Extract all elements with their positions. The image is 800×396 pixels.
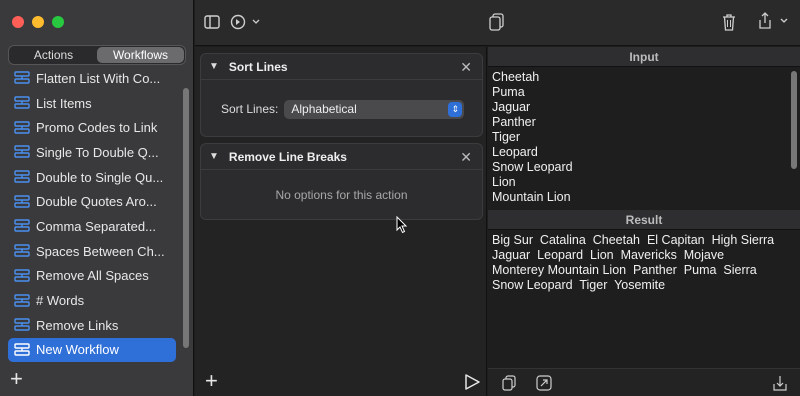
workflow-item[interactable]: New Workflow xyxy=(8,337,176,363)
workflow-icon xyxy=(14,96,30,109)
input-text-area[interactable]: Cheetah Puma Jaguar Panther Tiger Leopard Snow… xyxy=(488,67,800,210)
input-line: Panther xyxy=(492,115,536,129)
input-line: Cheetah xyxy=(492,70,540,84)
zoom-window-button[interactable] xyxy=(52,16,64,28)
toolbar xyxy=(195,0,800,46)
chevron-updown-icon: ⇕ xyxy=(448,101,463,117)
workflow-item-label: Double Quotes Aro... xyxy=(36,194,157,210)
no-options-text: No options for this action xyxy=(275,188,408,202)
sort-order-select[interactable]: Alphabetical ⇕ xyxy=(284,99,465,119)
sidebar-segmented-control: Actions Workflows xyxy=(8,45,186,65)
workflow-item[interactable]: Remove All Spaces xyxy=(8,264,176,289)
collapse-triangle-icon[interactable]: ▼ xyxy=(209,61,219,72)
result-footer xyxy=(488,368,800,396)
workflow-item-label: # Words xyxy=(36,293,85,309)
input-line: Lion xyxy=(492,175,516,189)
io-pane: Input Cheetah Puma Jaguar Panther Tiger Leopa… xyxy=(488,47,800,396)
workflow-icon xyxy=(14,343,30,356)
workflow-icon xyxy=(14,318,30,331)
result-text: Big Sur Catalina Cheetah El Capitan High… xyxy=(492,233,775,292)
workflow-item[interactable]: Single To Double Q... xyxy=(8,140,176,165)
window-controls xyxy=(12,16,64,28)
workflow-item-label: Comma Separated... xyxy=(36,218,156,234)
workflow-item-label: Single To Double Q... xyxy=(36,144,159,160)
option-label: Sort Lines: xyxy=(221,102,279,116)
workflow-item[interactable]: # Words xyxy=(8,288,176,313)
workflow-icon xyxy=(14,219,30,233)
mouse-cursor xyxy=(396,216,408,234)
workflow-icon xyxy=(14,121,30,134)
workflow-item-label: Double to Single Qu... xyxy=(36,169,164,185)
option-row: Sort Lines: Alphabetical ⇕ xyxy=(201,80,482,138)
action-title: Sort Lines xyxy=(228,59,288,74)
close-window-button[interactable] xyxy=(12,16,24,28)
workflow-icon xyxy=(14,195,30,208)
workflow-item-label: Flatten List With Co... xyxy=(36,70,161,86)
input-header: Input xyxy=(488,47,800,67)
action-card-header[interactable]: ▼ Remove Line Breaks ✕ xyxy=(201,144,482,170)
action-title: Remove Line Breaks xyxy=(228,149,347,164)
sidebar-scrollbar[interactable] xyxy=(183,88,189,348)
close-icon[interactable]: ✕ xyxy=(460,149,472,166)
input-line: Tiger xyxy=(492,130,521,144)
workflow-icon xyxy=(14,244,30,257)
swap-result-to-input-icon[interactable] xyxy=(536,375,552,391)
add-action-button[interactable]: + xyxy=(205,370,218,392)
minimize-window-button[interactable] xyxy=(32,16,44,28)
tab-actions[interactable]: Actions xyxy=(10,47,97,63)
workflow-icon xyxy=(14,269,30,282)
workflow-icon xyxy=(14,71,30,85)
actions-pane: ▼ Sort Lines ✕ Sort Lines: Alphabetical … xyxy=(195,47,487,396)
workflow-item[interactable]: Double Quotes Aro... xyxy=(8,189,176,214)
action-card-remove-line-breaks: ▼ Remove Line Breaks ✕ No options for th… xyxy=(200,143,483,220)
workflow-icon xyxy=(14,170,30,183)
input-line: Leopard xyxy=(492,145,538,159)
add-workflow-button[interactable]: + xyxy=(10,368,23,390)
workflow-item-label: New Workflow xyxy=(36,342,119,358)
input-scrollbar[interactable] xyxy=(791,71,797,169)
workflow-item[interactable]: Double to Single Qu... xyxy=(8,165,176,190)
workflow-item[interactable]: Comma Separated... xyxy=(8,214,176,239)
workflow-item[interactable]: Spaces Between Ch... xyxy=(8,239,176,264)
input-line: Puma xyxy=(492,85,525,99)
result-header: Result xyxy=(488,210,800,230)
workflow-item[interactable]: Flatten List With Co... xyxy=(8,66,176,91)
workflow-item-label: Remove Links xyxy=(36,317,119,333)
action-card-header[interactable]: ▼ Sort Lines ✕ xyxy=(201,54,482,80)
copy-icon[interactable] xyxy=(502,375,516,391)
trash-icon[interactable] xyxy=(721,13,737,31)
action-card-sort-lines: ▼ Sort Lines ✕ Sort Lines: Alphabetical … xyxy=(200,53,483,137)
workflow-icon xyxy=(14,145,30,159)
tab-workflows[interactable]: Workflows xyxy=(97,47,184,63)
workflow-list: Flatten List With Co... List Items Promo C… xyxy=(8,66,176,363)
close-icon[interactable]: ✕ xyxy=(460,59,472,76)
workflow-item-label: List Items xyxy=(36,95,92,111)
workflow-item[interactable]: Remove Links xyxy=(8,313,176,338)
share-icon[interactable] xyxy=(757,12,791,30)
download-icon[interactable] xyxy=(772,375,788,391)
workflow-item-label: Remove All Spaces xyxy=(36,268,149,284)
workflow-icon xyxy=(14,293,30,307)
workflow-item-label: Promo Codes to Link xyxy=(36,120,158,136)
workflow-item-label: Spaces Between Ch... xyxy=(36,243,165,259)
run-play-icon[interactable] xyxy=(464,374,480,390)
input-line: Snow Leopard xyxy=(492,160,573,174)
sidebar: Actions Workflows Flatten List With Co..… xyxy=(0,0,194,396)
workflow-item[interactable]: List Items xyxy=(8,91,176,116)
workflow-item[interactable]: Promo Codes to Link xyxy=(8,115,176,140)
sidebar-toggle-icon[interactable] xyxy=(204,15,220,29)
copy-result-icon[interactable] xyxy=(489,13,505,31)
input-line: Mountain Lion xyxy=(492,190,571,204)
input-line: Jaguar xyxy=(492,100,531,114)
collapse-triangle-icon[interactable]: ▼ xyxy=(209,151,219,162)
workflow-options-icon[interactable] xyxy=(230,14,260,30)
select-value: Alphabetical xyxy=(291,101,357,116)
